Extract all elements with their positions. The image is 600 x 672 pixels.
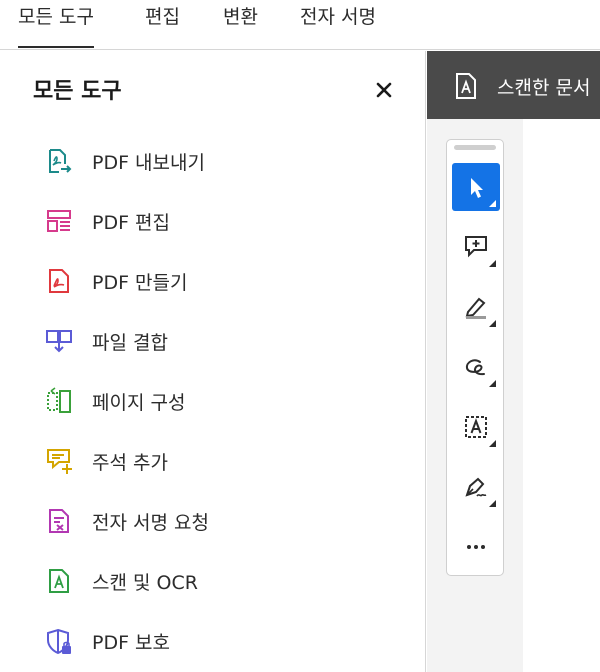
tool-protect-pdf[interactable]: PDF 보호 <box>0 610 420 670</box>
tool-options-indicator <box>489 440 496 447</box>
select-tool-button[interactable] <box>452 163 500 211</box>
pdf-create-icon <box>49 269 69 293</box>
quick-tools-toolbar <box>446 139 504 576</box>
document-area: 스캔한 문서 <box>427 51 600 672</box>
request-signature-icon <box>49 509 69 533</box>
draw-tool-button[interactable] <box>452 343 500 391</box>
tool-organize-pages[interactable]: 페이지 구성 <box>0 370 420 430</box>
tab-e-sign[interactable]: 전자 서명 <box>300 0 376 50</box>
toolbar-drag-handle[interactable] <box>454 145 496 150</box>
tool-label-add-comment: 주석 추가 <box>92 452 168 474</box>
tool-pdf-edit[interactable]: PDF 편집 <box>0 190 420 250</box>
page-graphic <box>523 119 600 672</box>
add-comment-icon <box>47 449 72 474</box>
tool-label-pdf-create: PDF 만들기 <box>92 272 188 294</box>
tool-add-comment[interactable]: 주석 추가 <box>0 430 420 490</box>
tab-all-tools[interactable]: 모든 도구 <box>18 0 94 50</box>
highlight-pen-icon <box>465 297 486 319</box>
tool-label-scan-ocr: 스캔 및 OCR <box>92 572 198 594</box>
scanned-document-icon <box>456 73 476 99</box>
pdf-edit-icon <box>47 210 71 232</box>
tool-pdf-export[interactable]: PDF 내보내기 <box>0 130 420 190</box>
select-arrow-icon <box>471 178 483 198</box>
tool-options-indicator <box>489 380 496 387</box>
pdf-export-icon <box>49 149 72 173</box>
tab-edit[interactable]: 편집 <box>145 0 180 50</box>
freehand-draw-icon <box>465 359 485 376</box>
tool-request-signature[interactable]: 전자 서명 요청 <box>0 490 420 550</box>
more-tools-button[interactable] <box>452 523 500 571</box>
protect-pdf-icon <box>47 628 71 655</box>
tool-options-indicator <box>489 200 496 207</box>
scan-ocr-icon <box>49 569 69 593</box>
tool-options-indicator <box>489 260 496 267</box>
document-page[interactable] <box>523 119 600 672</box>
panel-title: 모든 도구 <box>33 79 122 104</box>
document-title: 스캔한 문서 <box>497 77 591 99</box>
tool-options-indicator <box>489 500 496 507</box>
text-recognition-tool-button[interactable] <box>452 403 500 451</box>
tool-label-pdf-edit: PDF 편집 <box>92 212 171 234</box>
tool-scan-ocr[interactable]: 스캔 및 OCR <box>0 550 420 610</box>
comment-tool-button[interactable] <box>452 223 500 271</box>
highlight-tool-button[interactable] <box>452 283 500 331</box>
all-tools-panel: 모든 도구 PDF 내보내기 PDF 편집 PDF 만들기 파일 결합 페이지 … <box>0 51 426 672</box>
tab-convert[interactable]: 변환 <box>223 0 258 50</box>
sign-pen-icon <box>465 477 487 497</box>
close-icon <box>376 82 392 98</box>
add-comment-icon <box>465 236 487 258</box>
tool-combine-files[interactable]: 파일 결합 <box>0 310 420 370</box>
document-header: 스캔한 문서 <box>427 51 600 119</box>
tool-label-organize-pages: 페이지 구성 <box>92 392 186 414</box>
organize-pages-icon <box>47 387 71 413</box>
top-menu-bar: 모든 도구 편집 변환 전자 서명 <box>0 0 600 50</box>
text-recognition-icon <box>465 416 487 438</box>
tool-options-indicator <box>489 320 496 327</box>
tool-pdf-create[interactable]: PDF 만들기 <box>0 250 420 310</box>
tool-label-request-signature: 전자 서명 요청 <box>92 512 209 534</box>
more-options-icon <box>467 545 485 549</box>
sign-tool-button[interactable] <box>452 463 500 511</box>
tool-label-protect-pdf: PDF 보호 <box>92 632 171 654</box>
combine-files-icon <box>46 330 72 353</box>
tool-label-combine-files: 파일 결합 <box>92 332 168 354</box>
tool-label-pdf-export: PDF 내보내기 <box>92 152 205 174</box>
close-panel-button[interactable] <box>372 78 396 102</box>
